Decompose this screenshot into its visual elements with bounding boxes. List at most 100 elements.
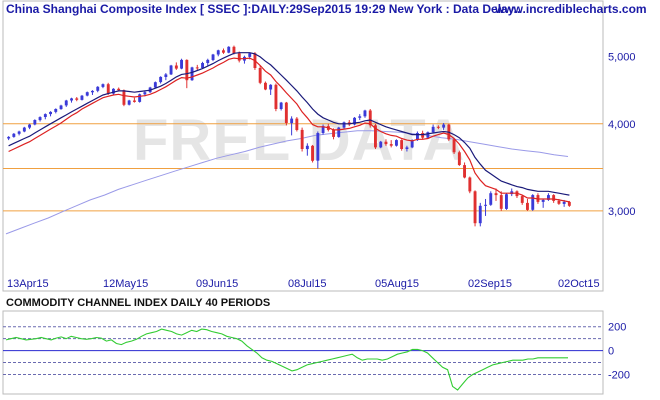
candle-body bbox=[227, 46, 231, 53]
candle-body bbox=[363, 110, 367, 117]
cci-tick-label: -200 bbox=[608, 370, 630, 382]
candle-body bbox=[248, 53, 252, 57]
candle-body bbox=[295, 118, 299, 130]
candle-body bbox=[395, 140, 398, 146]
candle bbox=[284, 101, 288, 126]
candle-body bbox=[164, 74, 168, 77]
candle-body bbox=[300, 129, 304, 149]
candle-body bbox=[426, 132, 430, 138]
candle bbox=[531, 194, 535, 211]
candle-body bbox=[284, 102, 288, 123]
chart-window: FREE DATA China Shanghai Composite Index… bbox=[0, 0, 660, 400]
candle-body bbox=[43, 114, 47, 117]
candle-body bbox=[269, 84, 273, 90]
candle-body bbox=[143, 92, 147, 95]
candle-body bbox=[567, 201, 571, 206]
candle-body bbox=[457, 152, 461, 165]
candle-body bbox=[557, 200, 561, 204]
candle-body bbox=[279, 102, 283, 109]
candle bbox=[468, 176, 472, 194]
candle bbox=[400, 139, 404, 151]
candle-body bbox=[49, 111, 52, 115]
candle-body bbox=[468, 177, 472, 192]
candle-body bbox=[436, 126, 440, 128]
candle-body bbox=[442, 124, 446, 128]
y-tick-label: 3,000 bbox=[608, 206, 636, 218]
candle-body bbox=[478, 205, 482, 224]
candle-body bbox=[494, 193, 498, 196]
candle-body bbox=[180, 59, 183, 69]
candle-body bbox=[174, 65, 178, 69]
candle bbox=[505, 193, 508, 210]
candle bbox=[311, 144, 314, 163]
candle-body bbox=[358, 116, 362, 118]
x-tick-label: 05Aug15 bbox=[375, 278, 419, 290]
candle bbox=[22, 126, 26, 133]
candle bbox=[300, 127, 304, 152]
candle-body bbox=[337, 127, 341, 137]
chart-canvas: FREE DATA China Shanghai Composite Index… bbox=[2, 0, 647, 395]
candle-body bbox=[316, 133, 320, 161]
candle-body bbox=[17, 131, 21, 134]
candle-body bbox=[489, 193, 493, 205]
candle bbox=[33, 119, 37, 126]
candle-body bbox=[195, 67, 199, 69]
candle bbox=[138, 93, 142, 103]
source-url: www.incrediblecharts.com bbox=[494, 2, 647, 16]
candle bbox=[122, 89, 126, 107]
candle-body bbox=[452, 139, 456, 153]
cci-panel-frame bbox=[2, 310, 604, 395]
candle-body bbox=[384, 141, 388, 145]
candle-body bbox=[290, 118, 294, 124]
candle bbox=[379, 140, 383, 149]
candle-body bbox=[264, 82, 267, 90]
candle bbox=[353, 117, 356, 126]
candle-body bbox=[211, 54, 215, 60]
candle-body bbox=[216, 50, 220, 55]
candle-body bbox=[80, 95, 84, 100]
candle-body bbox=[258, 68, 262, 83]
candle-body bbox=[232, 46, 236, 54]
candle-body bbox=[499, 195, 503, 209]
candle bbox=[190, 66, 194, 81]
candle-body bbox=[106, 84, 110, 94]
x-tick-label: 12May15 bbox=[103, 278, 148, 290]
candle bbox=[489, 191, 493, 206]
candle-body bbox=[311, 145, 314, 161]
candle bbox=[180, 58, 183, 70]
candle bbox=[127, 99, 131, 106]
x-tick-label: 08Jul15 bbox=[288, 278, 327, 290]
candle-body bbox=[33, 120, 37, 125]
x-tick-label: 02Oct15 bbox=[558, 278, 600, 290]
candle-body bbox=[127, 100, 131, 105]
candle-body bbox=[22, 127, 26, 132]
candle bbox=[80, 94, 84, 101]
candle-body bbox=[473, 191, 477, 224]
candle bbox=[457, 150, 461, 166]
candle-body bbox=[484, 204, 487, 206]
price-y-axis: 5,000 4,000 3,000 bbox=[608, 51, 636, 218]
candle bbox=[264, 81, 267, 91]
candle-body bbox=[133, 100, 136, 102]
candle-body bbox=[305, 145, 309, 150]
candle bbox=[473, 190, 477, 227]
candle-body bbox=[12, 133, 16, 137]
candle-body bbox=[85, 92, 89, 96]
candle bbox=[295, 117, 299, 132]
candle bbox=[153, 81, 157, 89]
candle-body bbox=[190, 67, 194, 81]
candle-body bbox=[169, 65, 173, 75]
candle-body bbox=[28, 124, 31, 128]
candle bbox=[478, 202, 482, 227]
candle-body bbox=[159, 76, 163, 83]
candle-body bbox=[332, 129, 335, 137]
y-tick-label: 5,000 bbox=[608, 51, 636, 63]
candle-body bbox=[531, 195, 535, 210]
candle-body bbox=[38, 117, 42, 121]
candle-body bbox=[153, 82, 157, 88]
candle-body bbox=[138, 94, 142, 102]
candle-body bbox=[59, 105, 63, 110]
candle-body bbox=[520, 196, 524, 203]
candle-body bbox=[7, 136, 11, 139]
candle-body bbox=[421, 133, 425, 138]
